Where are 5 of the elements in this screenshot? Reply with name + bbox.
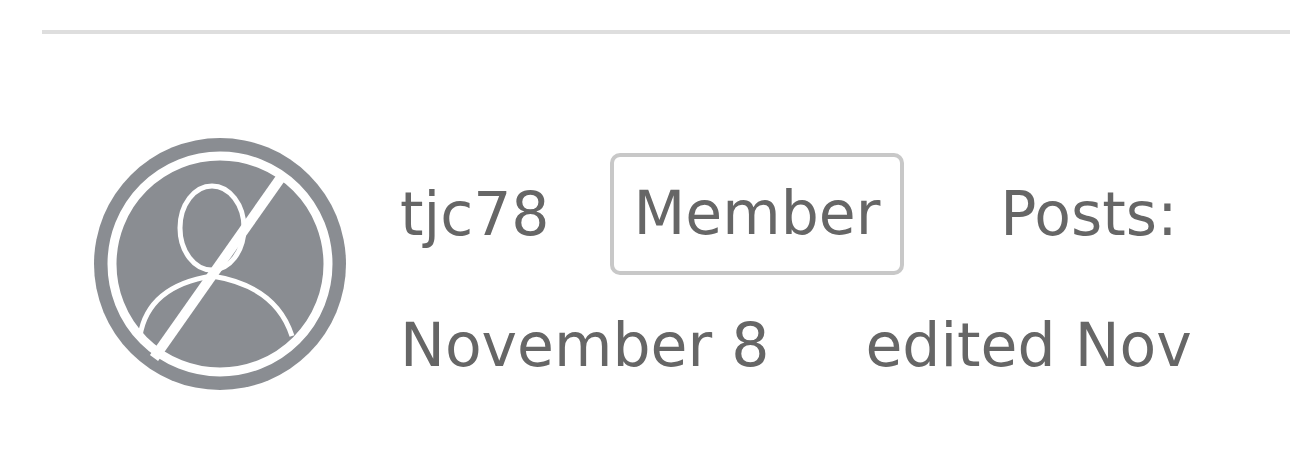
edited-label: edited Nov [865,315,1192,375]
role-badge: Member [609,153,905,275]
avatar-icon [92,136,348,392]
post-date: November 8 [400,315,770,375]
posts-label: Posts: [1000,184,1178,244]
